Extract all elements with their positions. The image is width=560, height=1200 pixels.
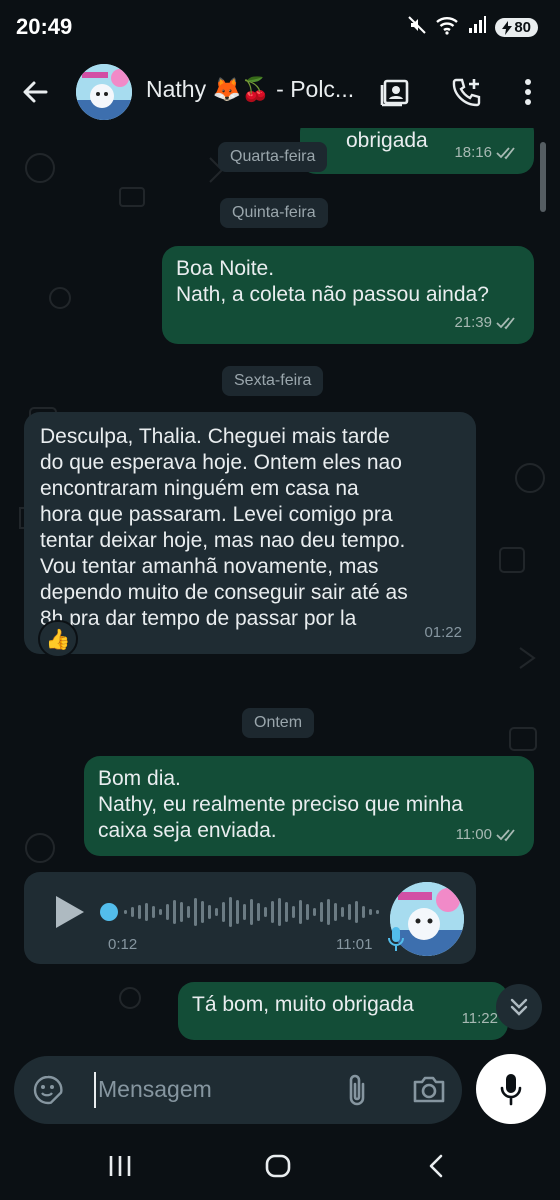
sticker-icon[interactable] [32,1074,64,1111]
message-time: 21:39 [454,314,492,331]
double-chevron-down-icon [510,998,528,1016]
date-label: Sexta-feira [222,366,324,396]
chat-header: Nathy 🦊🍒 - Polc... [0,56,560,128]
double-check-icon [496,829,515,842]
message-bubble-incoming[interactable]: Desculpa, Thalia. Cheguei mais tarde do … [24,412,476,654]
message-text-line: do que esperava hoje. Ontem eles nao [40,451,402,474]
date-label: Quarta-feira [218,142,328,172]
message-text-line: 8h pra dar tempo de passar por la [40,607,357,630]
wifi-icon [435,15,459,40]
audio-waveform[interactable] [100,892,384,932]
audio-duration: 0:12 [108,936,138,953]
message-meta: 11:22 [462,1006,498,1032]
message-text-line: encontraram ninguém em casa na [40,477,359,500]
message-time: 11:00 [455,826,492,843]
signal-icon [467,15,487,40]
message-text-line: dependo muito de conseguir sair até as [40,581,408,604]
message-meta: 18:16 [454,140,520,166]
message-text-line: Nathy, eu realmente preciso que minha [98,793,463,816]
scrollbar[interactable] [540,142,546,212]
scroll-to-bottom-button[interactable] [496,984,542,1030]
contact-card-icon[interactable] [376,72,416,112]
message-meta: 21:39 [454,310,520,336]
message-text-line: Boa Noite. [176,257,275,280]
message-text: Tá bom, muito obrigada [192,993,414,1016]
status-icons: 80 [407,15,538,40]
message-bubble-outgoing[interactable]: Boa Noite. Nath, a coleta não passou ain… [162,246,534,344]
message-time: 18:16 [454,144,492,161]
more-vert-icon[interactable] [508,72,548,112]
status-bar: 20:49 80 [0,0,560,56]
contact-name[interactable]: Nathy 🦊🍒 - Polc... [146,76,366,103]
avatar[interactable] [76,64,132,120]
message-input[interactable]: Mensagem [98,1076,212,1103]
chat-area[interactable]: obrigada 18:16 Quarta-feira Quinta-feira… [0,128,560,1040]
message-time: 01:22 [424,624,462,641]
date-label: Ontem [242,708,315,738]
message-text: obrigada [346,129,428,152]
mic-icon [500,1074,522,1106]
arrow-left-icon[interactable] [18,74,54,110]
home-icon[interactable] [260,1150,296,1182]
double-check-icon [496,317,515,330]
recents-icon[interactable] [102,1150,138,1182]
double-check-icon [496,147,515,160]
battery-level: 80 [514,19,531,36]
message-text-line: Nath, a coleta não passou ainda? [176,283,489,306]
status-time: 20:49 [16,14,73,39]
date-label: Quinta-feira [220,198,328,228]
message-bubble-outgoing[interactable]: Tá bom, muito obrigada 11:22 [178,982,508,1040]
message-composer[interactable]: Mensagem [14,1056,462,1124]
message-meta: 01:22 [424,620,462,646]
message-meta: 11:00 [456,822,520,848]
message-text-line: tentar deixar hoje, mas nao deu tempo. [40,529,406,552]
message-bubble-outgoing[interactable]: obrigada 18:16 [300,128,534,174]
battery-charging-icon: 80 [495,18,538,37]
message-time: 11:01 [336,936,373,953]
play-icon[interactable] [52,894,86,935]
message-bubble-outgoing[interactable]: Bom dia. Nathy, eu realmente preciso que… [84,756,534,856]
mute-icon [407,15,427,40]
back-icon[interactable] [418,1150,454,1182]
add-call-icon[interactable] [446,72,486,112]
voice-record-button[interactable] [476,1054,546,1124]
message-text-line: Desculpa, Thalia. Cheguei mais tarde [40,425,390,448]
camera-icon[interactable] [412,1074,446,1109]
mic-icon [388,926,404,957]
reaction-thumbs-up[interactable]: 👍 [38,620,78,658]
attach-icon[interactable] [344,1072,370,1113]
message-text-line: Bom dia. [98,767,181,790]
message-text-line: hora que passaram. Levei comigo pra [40,503,393,526]
message-time: 11:22 [461,1010,498,1027]
audio-message[interactable]: 0:12 11:01 [24,872,476,964]
message-text-line: Vou tentar amanhã novamente, mas [40,555,379,578]
text-cursor [94,1072,96,1108]
system-navbar [0,1132,560,1200]
